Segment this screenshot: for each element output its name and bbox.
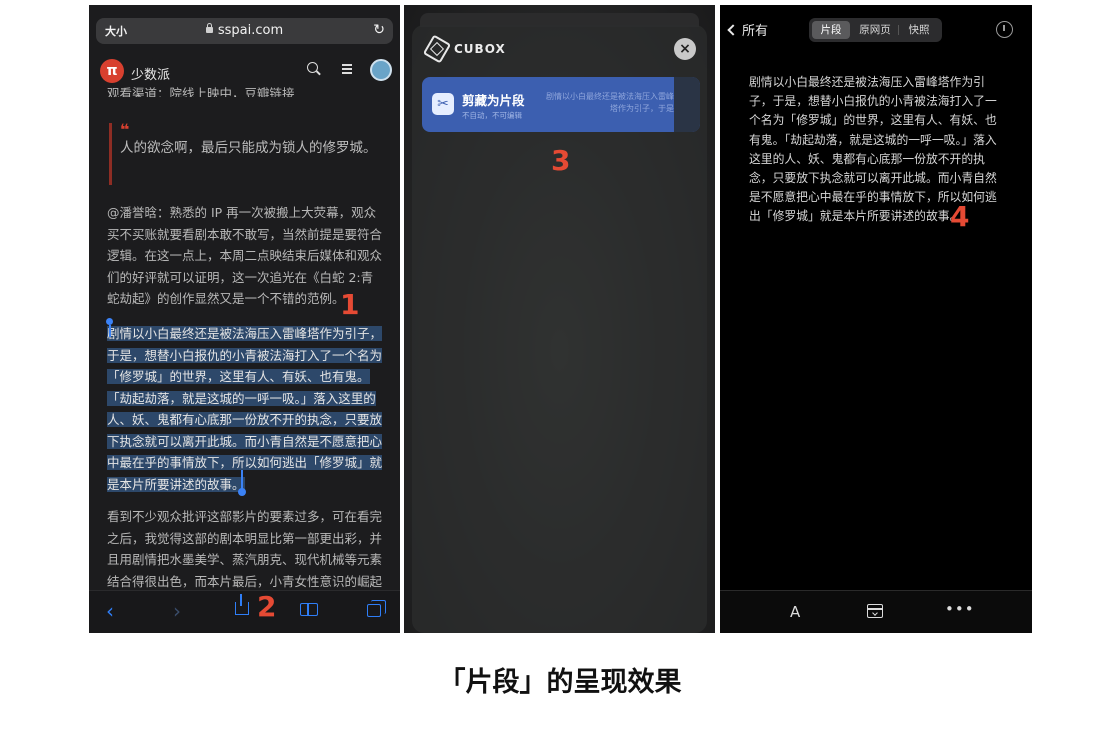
article-paragraph: 看到不少观众批评这部影片的要素过多，可在看完之后，我觉得这部的剧本明显比第一部更… xyxy=(107,509,383,589)
cubox-share-screenshot: CUBOX × ✂ 剪藏为片段 不自动，不可编辑 剧情以小白最终还是被法海压入雷… xyxy=(404,5,715,633)
search-icon[interactable] xyxy=(307,62,318,73)
site-logo[interactable]: π xyxy=(100,59,124,83)
blockquote: ❝ 人的欲念啊，最后只能成为锁人的修罗城。 xyxy=(109,120,381,185)
tab-snapshot[interactable]: 快照 xyxy=(899,21,939,39)
step-marker-2: 2 xyxy=(257,590,277,623)
archive-icon[interactable] xyxy=(867,604,883,618)
url-text[interactable]: sspai.com xyxy=(96,23,393,38)
selected-paragraph[interactable]: 剧情以小白最终还是被法海压入雷峰塔作为引子，于是，想替小白报仇的小青被法海打入了… xyxy=(107,323,385,495)
more-icon[interactable]: ••• xyxy=(945,600,975,618)
selection-start-handle[interactable] xyxy=(106,318,113,337)
quote-mark-icon: ❝ xyxy=(120,120,130,139)
avatar[interactable] xyxy=(370,59,392,81)
clip-as-snippet-card[interactable]: ✂ 剪藏为片段 不自动，不可编辑 剧情以小白最终还是被法海压入雷峰塔作为引子，于… xyxy=(422,77,700,132)
back-label: 所有 xyxy=(742,24,769,39)
bookmarks-icon[interactable] xyxy=(300,603,318,616)
cubox-brand: CUBOX xyxy=(454,42,506,56)
figure-caption: 「片段」的呈现效果 xyxy=(438,667,682,698)
card-scroll-edge xyxy=(674,77,700,132)
quote-text: 人的欲念啊，最后只能成为锁人的修罗城。 xyxy=(120,140,377,156)
share-icon[interactable] xyxy=(235,594,249,615)
step-marker-4: 4 xyxy=(950,200,970,233)
menu-icon[interactable] xyxy=(342,64,352,76)
tabs-icon[interactable] xyxy=(367,600,386,617)
step-marker-3: 3 xyxy=(551,144,571,177)
back-to-all-button[interactable]: 所有 xyxy=(727,20,769,39)
step-marker-1: 1 xyxy=(340,288,360,321)
address-bar[interactable]: 大小 sspai.com ↻ xyxy=(96,18,393,44)
url-label: sspai.com xyxy=(217,23,284,38)
view-mode-segmented-control: 片段 原网页 快照 xyxy=(809,18,942,42)
site-name[interactable]: 少数派 xyxy=(131,64,170,83)
scissors-icon: ✂ xyxy=(432,93,454,115)
reader-toolbar: A ••• xyxy=(720,590,1032,633)
tab-original-page[interactable]: 原网页 xyxy=(853,21,897,39)
card-subtitle: 不自动，不可编辑 xyxy=(462,111,522,120)
article-partial-line: 观看渠道：院线上映中，豆瓣链接 xyxy=(107,86,295,97)
lock-icon xyxy=(205,23,213,33)
forward-button[interactable]: › xyxy=(173,601,181,621)
selection-end-handle[interactable] xyxy=(238,470,246,496)
card-preview-text: 剧情以小白最终还是被法海压入雷峰塔作为引子，于是 xyxy=(546,92,674,113)
card-title: 剪藏为片段 xyxy=(462,93,525,108)
safari-toolbar: ‹ › xyxy=(89,590,400,633)
text-selection[interactable]: 剧情以小白最终还是被法海压入雷峰塔作为引子，于是，想替小白报仇的小青被法海打入了… xyxy=(107,326,383,492)
font-settings-icon[interactable]: A xyxy=(790,603,800,621)
chevron-left-icon xyxy=(727,24,739,36)
cubox-reader-screenshot: 所有 片段 原网页 快照 剧情以小白最终还是被法海压入雷峰塔作为引子，于是，想替… xyxy=(720,5,1032,633)
status-icon[interactable] xyxy=(996,21,1013,38)
tab-snippet[interactable]: 片段 xyxy=(812,21,850,39)
close-button[interactable]: × xyxy=(674,38,696,60)
reload-icon[interactable]: ↻ xyxy=(373,22,385,38)
back-button[interactable]: ‹ xyxy=(106,601,114,621)
